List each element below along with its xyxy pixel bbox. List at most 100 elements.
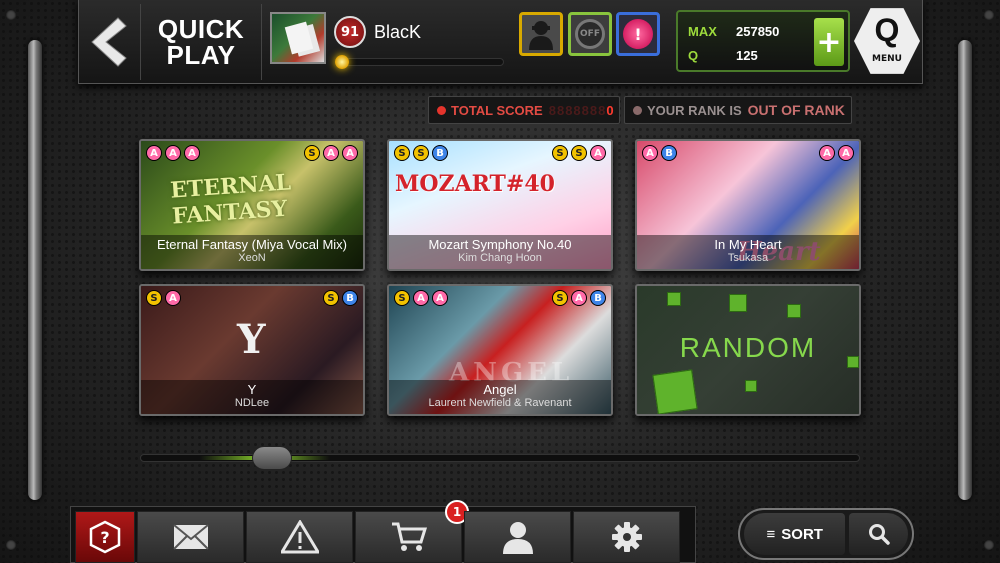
sort-label: SORT bbox=[781, 525, 823, 543]
screw bbox=[984, 10, 994, 20]
page-title: QUICK PLAY bbox=[140, 4, 262, 80]
level-badge: 91 bbox=[334, 16, 366, 48]
max-value: 257850 bbox=[736, 24, 780, 39]
q-label: Q bbox=[688, 48, 699, 63]
xp-progress-dot bbox=[335, 55, 349, 69]
rank-s-icon: S bbox=[413, 145, 429, 161]
cube-decoration bbox=[745, 380, 757, 392]
random-label: RANDOM bbox=[679, 332, 817, 363]
help-icon: ? bbox=[89, 520, 121, 554]
help-button[interactable]: ? bbox=[75, 511, 135, 563]
bullet-icon bbox=[633, 105, 642, 115]
song-title: Angel bbox=[483, 382, 517, 397]
player-name: BlacK bbox=[374, 22, 422, 42]
page-title-line1: QUICK bbox=[157, 14, 245, 44]
list-icon: ≡ bbox=[766, 525, 776, 543]
song-card-eternal-fantasy[interactable]: ETERNAL FANTASY AAA SAA Eternal Fantasy … bbox=[139, 139, 365, 271]
rank-a-icon: A bbox=[838, 145, 854, 161]
song-artist: XeoN bbox=[238, 252, 266, 264]
cube-decoration bbox=[729, 294, 747, 312]
left-rail bbox=[28, 40, 42, 500]
song-card-in-my-heart[interactable]: Heart AB AA In My Heart Tsukasa bbox=[635, 139, 861, 271]
rank-s-icon: S bbox=[552, 145, 568, 161]
random-song-card[interactable]: RANDOM bbox=[635, 284, 861, 416]
menu-q-letter: Q bbox=[874, 12, 900, 48]
rank-a-icon: A bbox=[642, 145, 658, 161]
warning-icon bbox=[280, 520, 319, 554]
song-card-y[interactable]: Y SA SB Y NDLee bbox=[139, 284, 365, 416]
xp-progress-bar bbox=[335, 55, 504, 69]
rank-a-icon: A bbox=[165, 145, 181, 161]
rank-icons-left: AB bbox=[642, 145, 677, 161]
rank-a-icon: A bbox=[413, 290, 429, 306]
rank-b-icon: B bbox=[661, 145, 677, 161]
back-button[interactable] bbox=[80, 4, 136, 80]
user-icon bbox=[502, 522, 533, 554]
song-title: Y bbox=[247, 382, 257, 397]
fader-icon bbox=[529, 21, 553, 50]
total-score-label: TOTAL SCORE bbox=[451, 102, 543, 118]
settings-button[interactable] bbox=[573, 511, 680, 563]
rank-a-icon: A bbox=[146, 145, 162, 161]
search-button[interactable] bbox=[849, 513, 908, 555]
rank-icons-left: SAA bbox=[394, 290, 448, 306]
rank-b-icon: B bbox=[432, 145, 448, 161]
cube-decoration bbox=[667, 292, 681, 306]
total-score-value: 0 bbox=[606, 102, 614, 118]
chaos-off-label: OFF bbox=[575, 19, 605, 49]
player-profile[interactable]: 91 BlacK bbox=[268, 10, 508, 72]
rank-icons-right: SAB bbox=[552, 290, 606, 306]
chaos-mode-button[interactable]: OFF bbox=[568, 12, 612, 56]
fader-mode-button[interactable] bbox=[519, 12, 563, 56]
page-title-line2: PLAY bbox=[166, 40, 236, 70]
rank-a-icon: A bbox=[590, 145, 606, 161]
rank-icons-right: SB bbox=[323, 290, 358, 306]
total-score-strip: TOTAL SCORE 8888888 0 bbox=[428, 96, 620, 124]
bottom-nav: ? 1 bbox=[70, 500, 696, 563]
q-value: 125 bbox=[736, 48, 758, 63]
scrollbar-thumb[interactable] bbox=[252, 446, 292, 470]
avatar[interactable] bbox=[270, 12, 326, 64]
rank-strip: YOUR RANK IS OUT OF RANK bbox=[624, 96, 852, 124]
artwork-title: MOZART#40 bbox=[395, 171, 555, 197]
song-artist: Tsukasa bbox=[727, 252, 769, 264]
song-caption: Y NDLee bbox=[141, 380, 363, 414]
cart-icon bbox=[391, 522, 427, 551]
menu-button[interactable]: Q MENU bbox=[854, 6, 920, 76]
song-artist: NDLee bbox=[234, 397, 270, 409]
rank-icons-right: AA bbox=[819, 145, 854, 161]
rank-icons-right: SSA bbox=[552, 145, 606, 161]
rank-b-icon: B bbox=[590, 290, 606, 306]
song-card-angel[interactable]: ANGEL SAA SAB Angel Laurent Newfield & R… bbox=[387, 284, 613, 416]
song-caption: Mozart Symphony No.40 Kim Chang Hoon bbox=[389, 235, 611, 269]
song-title: Eternal Fantasy (Miya Vocal Mix) bbox=[156, 237, 347, 252]
menu-label: MENU bbox=[872, 54, 902, 64]
effector-mode-button[interactable]: ! bbox=[616, 12, 660, 56]
shop-button[interactable]: 1 bbox=[355, 500, 469, 563]
mail-button[interactable] bbox=[137, 511, 244, 563]
profile-button[interactable] bbox=[464, 511, 571, 563]
rank-icons-left: SSB bbox=[394, 145, 448, 161]
rank-icons-left: AAA bbox=[146, 145, 200, 161]
song-title: Mozart Symphony No.40 bbox=[428, 237, 572, 252]
rank-a-icon: A bbox=[323, 145, 339, 161]
add-q-button[interactable]: + bbox=[814, 18, 844, 66]
song-card-mozart[interactable]: MOZART#40 SSB S S A Mozart Symphony No.40 … bbox=[387, 139, 613, 271]
artwork-title: ETERNAL FANTASY bbox=[169, 169, 292, 230]
total-score-digits: 8888888 bbox=[548, 102, 607, 118]
notice-button[interactable] bbox=[246, 511, 353, 563]
cube-decoration bbox=[787, 304, 801, 318]
rank-a-icon: A bbox=[819, 145, 835, 161]
song-artist: Kim Chang Hoon bbox=[458, 252, 542, 264]
rank-s-icon: S bbox=[394, 290, 410, 306]
rank-value: OUT OF RANK bbox=[747, 102, 845, 118]
rank-s-icon: S bbox=[304, 145, 320, 161]
screw bbox=[6, 10, 16, 20]
max-label: MAX bbox=[688, 24, 717, 39]
rank-s-icon: S bbox=[146, 290, 162, 306]
random-artwork: RANDOM bbox=[637, 286, 859, 414]
rank-a-icon: A bbox=[571, 290, 587, 306]
artwork-title: Y bbox=[237, 316, 266, 363]
right-rail bbox=[958, 40, 972, 500]
sort-button[interactable]: ≡ SORT bbox=[744, 513, 846, 555]
